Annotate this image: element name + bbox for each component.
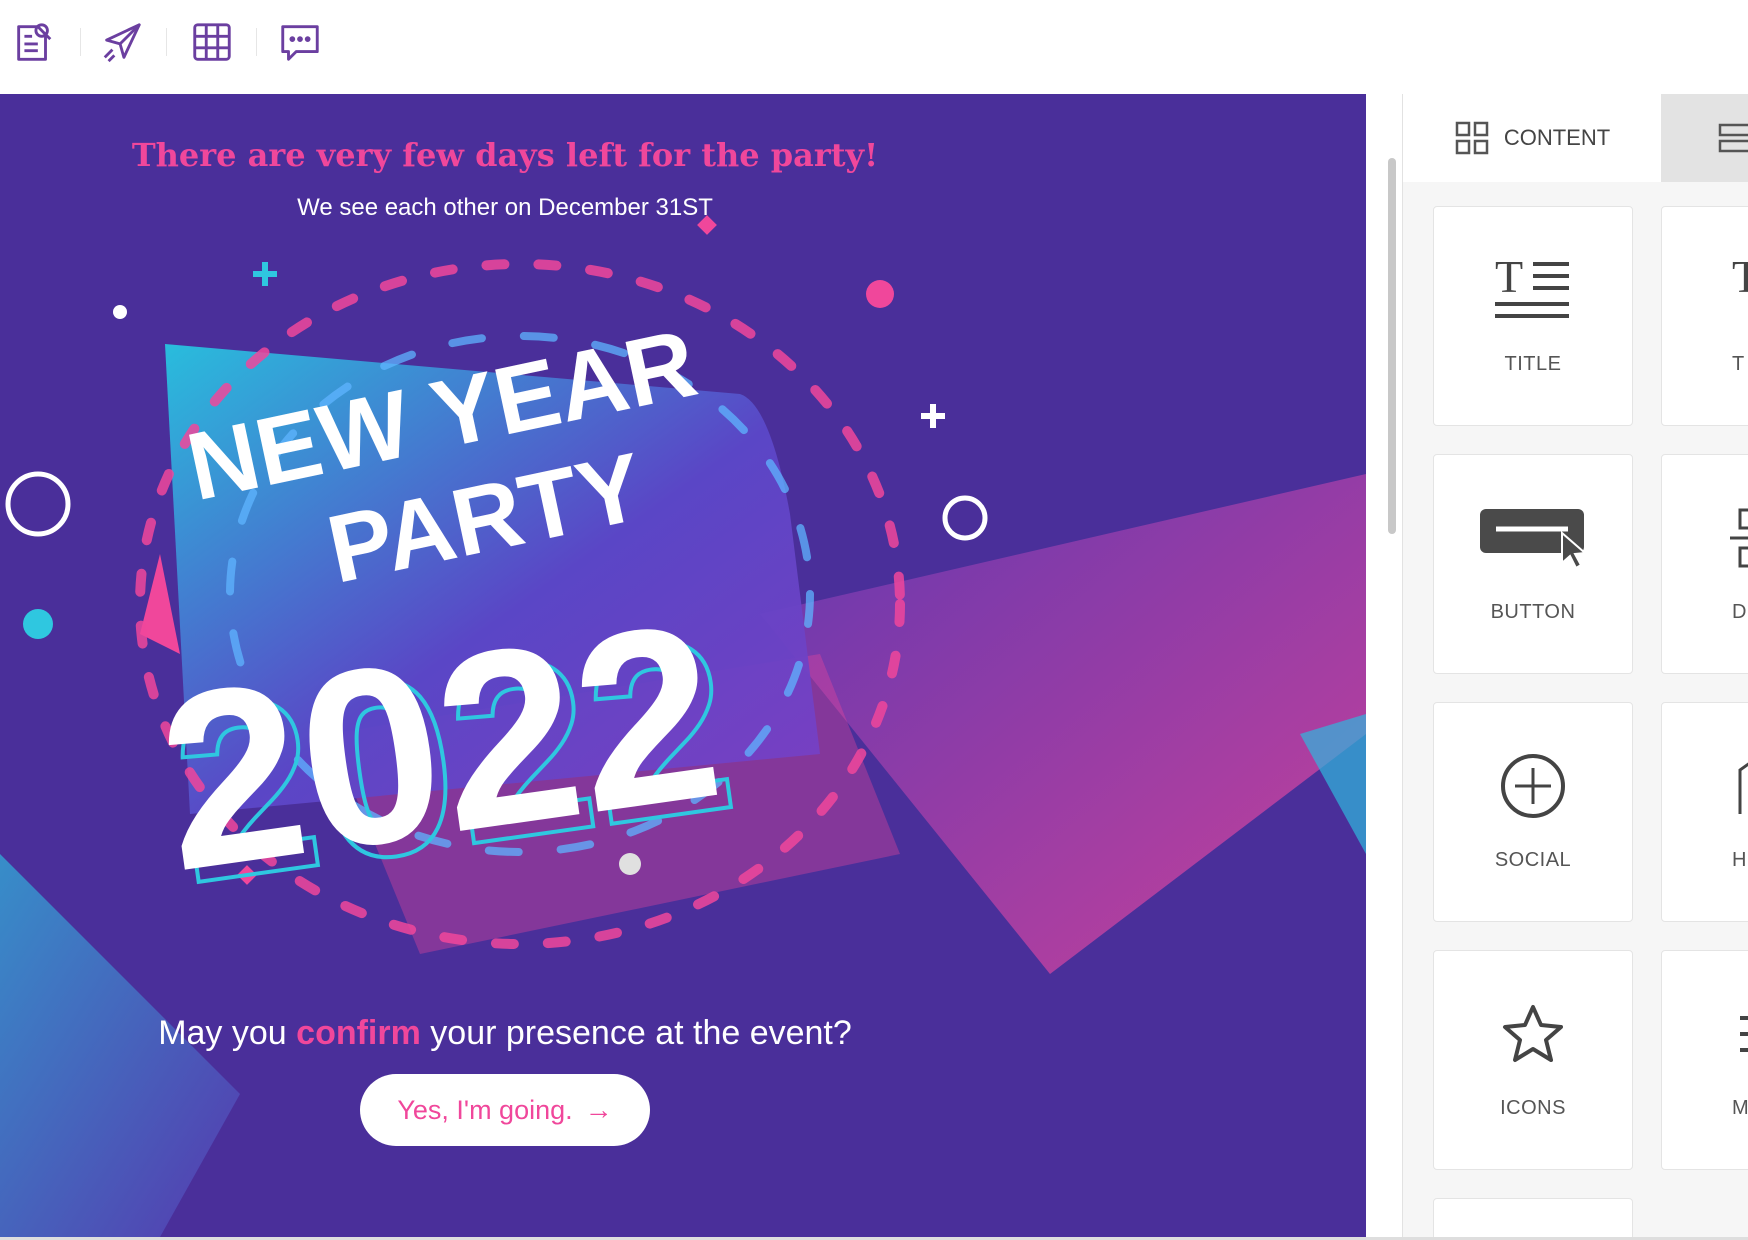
question-accent: confirm (296, 1014, 421, 1052)
block-icons[interactable]: ICONS (1433, 950, 1633, 1170)
plus-circle-icon (1501, 754, 1565, 818)
tab-content[interactable]: CONTENT (1403, 94, 1661, 182)
rows-icon (1718, 123, 1748, 153)
block-title-label: TITLE (1504, 353, 1562, 375)
block-text-label: T (1732, 353, 1745, 375)
subline: We see each other on December 31ST (297, 194, 713, 221)
divider-icon (1730, 508, 1748, 568)
block-html[interactable]: H (1661, 702, 1748, 922)
chat-bubble-icon[interactable] (272, 14, 328, 70)
paper-plane-icon[interactable] (94, 14, 150, 70)
menu-icon (1740, 1016, 1748, 1052)
canvas-scrollbar-thumb[interactable] (1388, 158, 1396, 534)
rsvp-button-label: Yes, I'm going. (397, 1094, 573, 1125)
button-cursor-icon (1480, 509, 1588, 570)
block-button[interactable]: BUTTON (1433, 454, 1633, 674)
block-divider[interactable]: DI (1661, 454, 1748, 674)
rsvp-button[interactable]: Yes, I'm going. → (360, 1074, 650, 1146)
hero-artwork: NEW YEAR PARTY 2022 2022 (0, 215, 1366, 1237)
headline: There are very few days left for the par… (131, 136, 879, 174)
rsvp-question: May you confirm your presence at the eve… (0, 1014, 1010, 1053)
block-menu-label: M (1732, 1097, 1748, 1119)
block-menu[interactable]: M (1661, 950, 1748, 1170)
canvas-scroll-track[interactable] (1366, 94, 1403, 1237)
block-title[interactable]: T TITLE (1433, 206, 1633, 426)
arrow-right-icon: → (584, 1094, 613, 1125)
block-social[interactable]: SOCIAL (1433, 702, 1633, 922)
tab-rows[interactable] (1661, 94, 1748, 182)
html-icon (1738, 762, 1748, 814)
document-search-icon[interactable] (6, 14, 62, 70)
content-panel: CONTENT T TITLE BUTTON SOCIAL ICONS T T … (1403, 94, 1748, 1237)
tab-content-label: CONTENT (1503, 125, 1611, 150)
block-icons-label: ICONS (1500, 1097, 1566, 1119)
block-button-label: BUTTON (1490, 601, 1576, 623)
block-html-label: H (1732, 849, 1747, 871)
svg-text:T: T (1495, 252, 1523, 302)
block-text[interactable]: T T (1661, 206, 1748, 426)
text-icon: T (1732, 252, 1748, 302)
question-text-after: your presence at the event? (420, 1014, 852, 1052)
block-divider-label: DI (1732, 601, 1748, 623)
question-text-before: May you (158, 1014, 297, 1052)
title-text-icon: T (1495, 252, 1569, 318)
star-icon (1503, 1005, 1563, 1062)
block-social-label: SOCIAL (1494, 849, 1572, 871)
grid-table-icon[interactable] (184, 14, 240, 70)
block-partial[interactable] (1433, 1198, 1633, 1237)
grid-blocks-icon (1455, 121, 1489, 155)
top-toolbar (0, 0, 1748, 95)
email-canvas[interactable]: NEW YEAR PARTY 2022 2022 There are very … (0, 94, 1366, 1237)
svg-text:T: T (1732, 252, 1748, 302)
